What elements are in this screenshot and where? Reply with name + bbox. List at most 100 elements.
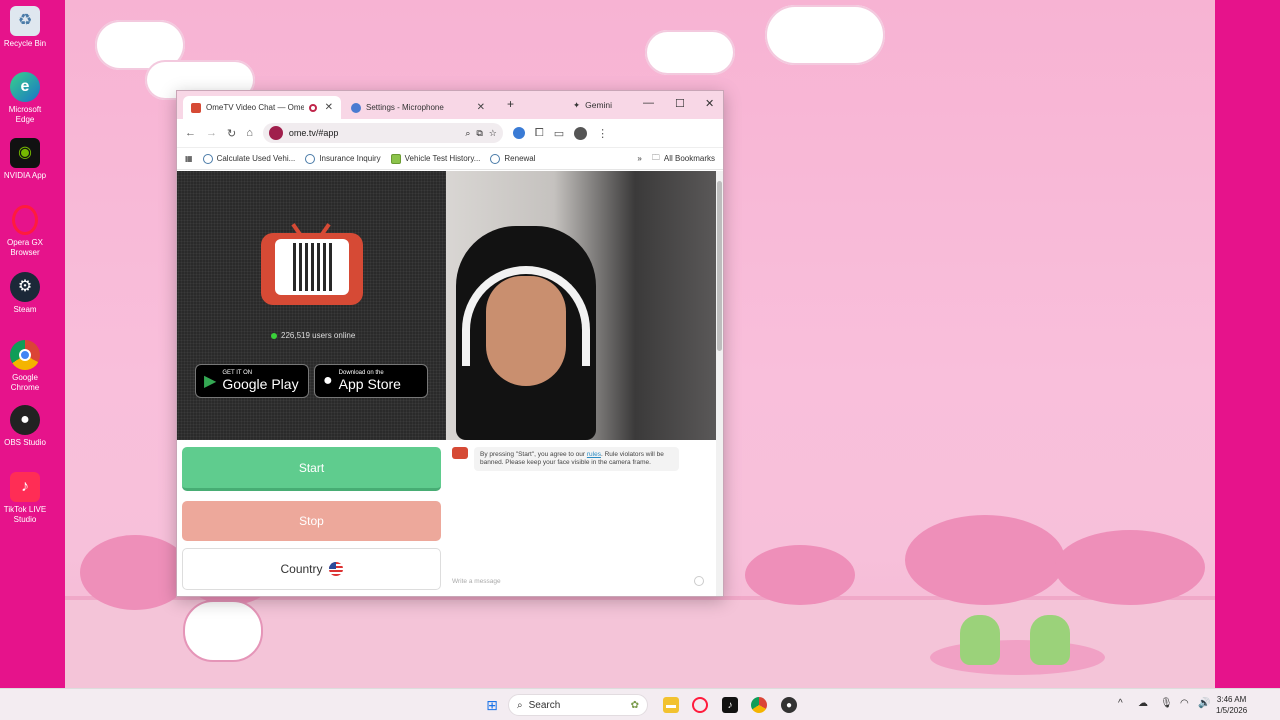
- qr-code: [293, 243, 333, 291]
- menu-icon[interactable]: ⋮: [597, 127, 608, 140]
- forward-icon[interactable]: →: [206, 127, 217, 139]
- steering-wheel-icon: [202, 153, 213, 164]
- obs-icon: ●: [10, 405, 40, 435]
- url-text: ome.tv/#app: [288, 128, 339, 138]
- cast-icon[interactable]: ⧉: [476, 128, 482, 139]
- scrollbar-thumb[interactable]: [717, 181, 722, 351]
- desktop-icon-recycle-bin[interactable]: ♻ Recycle Bin: [0, 6, 50, 49]
- address-bar[interactable]: ome.tv/#app ⌕ ⧉ ☆: [262, 123, 503, 143]
- extension-icon[interactable]: [512, 127, 525, 139]
- extensions-puzzle-icon[interactable]: ⧠: [535, 127, 544, 140]
- search-highlight-icon: ✿: [630, 699, 639, 711]
- home-icon[interactable]: ⌂: [246, 127, 253, 139]
- opera-gx-taskbar-icon[interactable]: [692, 697, 708, 713]
- desktop-icon-edge[interactable]: e Microsoft Edge: [0, 72, 50, 125]
- remote-video-panel: [446, 171, 716, 440]
- taskbar-search[interactable]: ⌕ Search ✿: [508, 694, 648, 716]
- page-scrollbar[interactable]: [716, 171, 723, 596]
- app-store-button[interactable]: ● Download on the App Store: [314, 364, 428, 398]
- bookmark-label: Renewal: [504, 154, 536, 163]
- local-video-panel: 226,519 users online ▶ GET IT ON Google P…: [177, 171, 446, 440]
- message-input[interactable]: Write a message: [452, 578, 501, 585]
- tab-label: OmeTV Video Chat — Ome: [206, 103, 304, 112]
- country-button[interactable]: Country: [182, 548, 441, 590]
- side-panel-icon[interactable]: ▭: [554, 127, 564, 140]
- microphone-icon[interactable]: 🎙: [1160, 698, 1173, 709]
- google-play-button[interactable]: ▶ GET IT ON Google Play: [195, 364, 309, 398]
- file-explorer-icon[interactable]: ▬: [663, 697, 679, 713]
- more-bookmarks-button[interactable]: »: [637, 154, 641, 163]
- bookmark-star-icon[interactable]: ☆: [489, 128, 497, 139]
- bush-decoration: [745, 545, 855, 605]
- start-button[interactable]: Start: [182, 447, 441, 491]
- ometv-favicon: [191, 102, 201, 113]
- rules-link[interactable]: rules: [587, 451, 601, 458]
- app-store-big: App Store: [338, 376, 401, 392]
- desktop-icon-nvidia[interactable]: ◉ NVIDIA App: [0, 138, 50, 181]
- desktop-icon-label: TikTok LIVE Studio: [3, 505, 47, 524]
- desktop-icon-label: Google Chrome: [10, 373, 40, 392]
- folder-icon: 🗀: [651, 152, 660, 162]
- users-online-text: 226,519 users online: [281, 331, 356, 340]
- chrome-icon: [10, 340, 40, 370]
- frog-decoration: [960, 615, 1000, 665]
- desktop-icon-steam[interactable]: ⚙ Steam: [0, 272, 50, 315]
- taskbar: ⊞ ⌕ Search ✿ ▬ ♪ ● ^ ☁ 🎙 ◠ 🔊 3:46 AM 1/5…: [0, 688, 1280, 720]
- bookmark-label: Insurance Inquiry: [319, 154, 381, 163]
- chat-panel: By pressing "Start", you agree to our ru…: [446, 440, 716, 596]
- stop-button[interactable]: Stop: [182, 501, 441, 541]
- frog-decoration: [1030, 615, 1070, 665]
- close-tab-icon[interactable]: ✕: [477, 102, 485, 113]
- minimize-button[interactable]: —: [643, 97, 654, 109]
- online-dot-icon: [271, 332, 277, 339]
- zoom-icon[interactable]: ⌕: [465, 128, 470, 139]
- site-info-icon[interactable]: [268, 126, 283, 140]
- bookmark-item[interactable]: Calculate Used Vehi...: [202, 153, 295, 164]
- bookmark-item[interactable]: Vehicle Test History...: [390, 153, 481, 164]
- clock-time: 3:46 AM: [1216, 695, 1247, 704]
- steering-wheel-icon: [490, 153, 501, 164]
- tiktok-taskbar-icon[interactable]: ♪: [722, 697, 738, 713]
- all-bookmarks-button[interactable]: 🗀 All Bookmarks: [652, 152, 715, 166]
- stop-label: Stop: [299, 514, 324, 528]
- bookmark-item[interactable]: Insurance Inquiry: [305, 153, 381, 164]
- obs-taskbar-icon[interactable]: ●: [781, 697, 797, 713]
- all-bookmarks-label: All Bookmarks: [663, 154, 715, 163]
- chrome-taskbar-icon[interactable]: [751, 697, 767, 713]
- new-tab-button[interactable]: +: [507, 97, 514, 111]
- windows-start-icon[interactable]: ⊞: [484, 697, 500, 713]
- desktop-icon-chrome[interactable]: Google Chrome: [0, 340, 50, 393]
- google-play-icon: ▶: [204, 373, 217, 390]
- desktop-icon-label: Opera GX Browser: [6, 238, 43, 257]
- bookmark-item[interactable]: Renewal: [490, 153, 536, 164]
- apps-grid-icon[interactable]: ▦: [185, 154, 193, 163]
- tray-overflow-icon[interactable]: ^: [1118, 698, 1123, 709]
- character-decoration: [183, 600, 263, 662]
- maximize-button[interactable]: ☐: [675, 97, 685, 110]
- wifi-icon[interactable]: ◠: [1180, 698, 1189, 709]
- close-window-button[interactable]: ✕: [705, 97, 714, 110]
- desktop-icon-tiktok-live[interactable]: ♪ TikTok LIVE Studio: [0, 472, 50, 525]
- desktop-icon-opera-gx[interactable]: Opera GX Browser: [0, 205, 50, 258]
- desktop-icon-label: OBS Studio: [4, 438, 46, 447]
- bookmark-label: Vehicle Test History...: [404, 154, 481, 163]
- tab-ometv[interactable]: OmeTV Video Chat — Ome ✕: [183, 96, 341, 119]
- users-online-indicator: 226,519 users online: [271, 331, 355, 340]
- bush-decoration: [905, 515, 1065, 605]
- volume-icon[interactable]: 🔊: [1198, 698, 1210, 709]
- profile-avatar-icon[interactable]: [574, 126, 588, 140]
- tab-bar: OmeTV Video Chat — Ome ✕ Settings - Micr…: [177, 91, 723, 119]
- close-tab-icon[interactable]: ✕: [325, 102, 333, 113]
- us-flag-icon: [328, 562, 343, 576]
- tab-settings-microphone[interactable]: Settings - Microphone ✕: [343, 96, 493, 119]
- taskbar-clock[interactable]: 3:46 AM 1/5/2026: [1216, 694, 1247, 716]
- reload-icon[interactable]: ↻: [227, 127, 236, 140]
- headphones: [462, 266, 590, 366]
- onedrive-icon[interactable]: ☁: [1138, 698, 1148, 709]
- antenna-left: [291, 223, 303, 237]
- back-icon[interactable]: ←: [185, 127, 196, 139]
- gemini-button[interactable]: ✦ Gemini: [565, 97, 620, 113]
- emoji-icon[interactable]: [694, 576, 704, 586]
- desktop-icon-obs[interactable]: ● OBS Studio: [0, 405, 50, 448]
- clock-date: 1/5/2026: [1216, 706, 1248, 715]
